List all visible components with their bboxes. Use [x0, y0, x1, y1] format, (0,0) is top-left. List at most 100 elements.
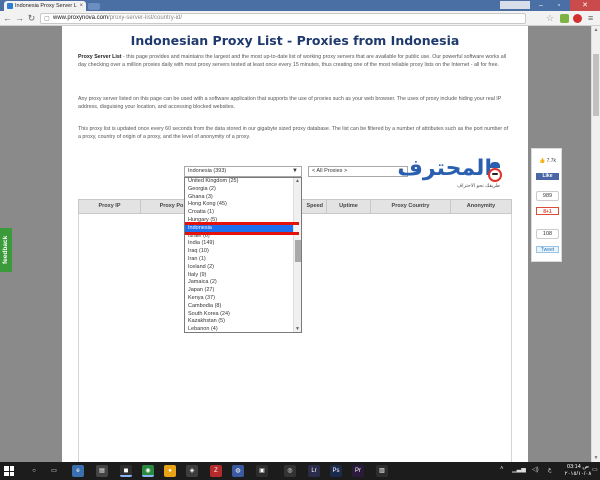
app-icon[interactable]: ◎ [284, 465, 296, 477]
scroll-up-icon[interactable]: ▲ [294, 178, 301, 184]
anonymity-select-value: < All Proxies > [312, 168, 348, 174]
file-explorer-icon[interactable]: ▤ [96, 465, 108, 477]
col-proxy-country[interactable]: Proxy Country [371, 200, 451, 213]
tweet-button[interactable]: Tweet [536, 246, 559, 253]
dropdown-option[interactable]: Italy (9) [185, 272, 293, 280]
new-tab-button[interactable] [88, 3, 100, 10]
browser-tab[interactable]: Indonesia Proxy Server Li × [4, 1, 86, 11]
dropdown-option[interactable]: Lebanon (4) [185, 326, 293, 332]
app-icon[interactable]: ▨ [376, 465, 388, 477]
task-view-icon[interactable]: ▭ [48, 465, 60, 477]
dropdown-option[interactable]: Iraq (10) [185, 248, 293, 256]
fb-like-count: 👍 7.7k [538, 158, 557, 164]
browser-toolbar: ← → ↻ ▢ www.proxynova.com/proxy-server-l… [0, 11, 600, 26]
page-scroll-thumb[interactable] [593, 54, 599, 116]
app-icon[interactable]: ◍ [232, 465, 244, 477]
dropdown-option[interactable]: Croatia (1) [185, 209, 293, 217]
gplus-count: 989 [536, 191, 559, 201]
page-viewport: Indonesian Proxy List - Proxies from Ind… [0, 26, 591, 462]
maximize-icon[interactable]: ▫ [550, 0, 568, 11]
dropdown-option[interactable]: South Korea (24) [185, 311, 293, 319]
anonymity-select[interactable]: < All Proxies > ▼ [308, 166, 408, 177]
feedback-tab[interactable]: feedback [0, 228, 12, 272]
logo-face-icon [488, 168, 502, 182]
chevron-down-icon: ▼ [292, 168, 298, 174]
clock-date: ٢٠١٥/١٠/٠٨ [564, 470, 592, 477]
app-icon[interactable]: ● [164, 465, 176, 477]
dropdown-option[interactable]: Georgia (2) [185, 186, 293, 194]
profile-chip[interactable] [500, 1, 530, 9]
extension-icon[interactable] [560, 14, 569, 23]
browser-tabbar: Indonesia Proxy Server Li × – ▫ ✕ [0, 0, 600, 11]
notifications-icon[interactable]: ▭ [592, 466, 598, 473]
dropdown-option[interactable]: United Kingdom (25) [185, 178, 293, 186]
tab-close-icon[interactable]: × [79, 3, 83, 9]
reload-icon[interactable]: ↻ [26, 13, 37, 24]
windows-start-icon[interactable] [4, 466, 14, 476]
country-select-value: Indonesia (393) [188, 168, 227, 174]
back-icon[interactable]: ← [2, 13, 13, 24]
country-dropdown-list[interactable]: United Kingdom (25) Georgia (2) Ghana (3) H… [184, 177, 302, 333]
bookmark-star-icon[interactable]: ☆ [546, 13, 554, 24]
scroll-down-icon[interactable]: ▼ [592, 454, 600, 462]
filezilla-icon[interactable]: Z [210, 465, 222, 477]
language-icon[interactable]: ع [548, 466, 552, 473]
dropdown-option[interactable]: Jamaica (2) [185, 279, 293, 287]
search-icon[interactable]: ○ [28, 465, 40, 477]
dropdown-scroll-thumb[interactable] [295, 240, 301, 262]
intro-bold: Proxy Server List [78, 54, 122, 60]
intro-paragraph: Proxy Server List - this page provides a… [78, 54, 512, 70]
dropdown-option[interactable]: Japan (27) [185, 287, 293, 295]
watermark-logo: المحترف طريقك نحو الاحتراف [397, 154, 506, 194]
page-info-icon[interactable]: ▢ [44, 15, 50, 24]
volume-icon[interactable]: ◁) [532, 466, 539, 473]
dropdown-option[interactable]: Ghana (3) [185, 194, 293, 202]
page-content: Indonesian Proxy List - Proxies from Ind… [62, 26, 528, 462]
app-icon[interactable]: Lr [308, 465, 320, 477]
app-icon[interactable]: ◼ [120, 465, 132, 477]
network-icon[interactable]: ▁▃▅ [512, 466, 526, 473]
col-proxy-ip[interactable]: Proxy IP [79, 200, 141, 213]
app-icon[interactable]: ◈ [186, 465, 198, 477]
dropdown-scrollbar[interactable]: ▲ ▼ [293, 178, 301, 332]
favicon-icon [7, 3, 13, 9]
fb-like-button[interactable]: Like [536, 173, 559, 180]
dropdown-option[interactable]: Kenya (37) [185, 295, 293, 303]
chrome-icon[interactable]: ◉ [142, 465, 154, 477]
tab-title: Indonesia Proxy Server Li [15, 3, 78, 9]
intro-text: - this page provides and maintains the l… [78, 54, 507, 68]
address-bar[interactable]: ▢ www.proxynova.com/proxy-server-list/co… [40, 13, 526, 24]
forward-icon[interactable]: → [14, 13, 25, 24]
photoshop-icon[interactable]: Ps [330, 465, 342, 477]
dropdown-option[interactable]: Hong Kong (45) [185, 201, 293, 209]
minimize-icon[interactable]: – [532, 0, 550, 11]
scroll-up-icon[interactable]: ▲ [592, 26, 600, 34]
country-select[interactable]: Indonesia (393) ▼ [184, 166, 302, 177]
close-window-icon[interactable]: ✕ [570, 0, 600, 11]
tray-chevron-icon[interactable]: ˄ [500, 466, 504, 472]
gplus-button[interactable]: 8+1 [536, 207, 559, 215]
highlight-underline-top [185, 222, 299, 225]
app-icon[interactable]: ▣ [256, 465, 268, 477]
page-scrollbar[interactable]: ▲ ▼ [591, 26, 600, 462]
dropdown-option[interactable]: India (149) [185, 240, 293, 248]
col-uptime[interactable]: Uptime [327, 200, 371, 213]
edge-icon[interactable]: e [72, 465, 84, 477]
watermark-word: المحترف [397, 156, 492, 181]
dropdown-option[interactable]: Iran (1) [185, 256, 293, 264]
dropdown-option[interactable]: Cambodia (8) [185, 303, 293, 311]
system-clock[interactable]: 03:14 ص ٢٠١٥/١٠/٠٨ [563, 464, 593, 477]
dropdown-option[interactable]: Iceland (2) [185, 264, 293, 272]
watermark-tagline: طريقك نحو الاحتراف [456, 183, 500, 189]
scroll-down-icon[interactable]: ▼ [294, 326, 301, 332]
taskbar: ○ ▭ e ▤ ◼ ◉ ● ◈ Z ◍ ▣ ◎ Lr Ps Pr ▨ ˄ ▁▃▅… [0, 462, 600, 480]
usage-paragraph: Any proxy server listed on this page can… [78, 96, 502, 110]
dropdown-option[interactable]: Kazakhstan (5) [185, 318, 293, 326]
col-anonymity[interactable]: Anonymity [451, 200, 511, 213]
premiere-icon[interactable]: Pr [352, 465, 364, 477]
menu-icon[interactable]: ≡ [588, 13, 593, 23]
extension-badge-icon[interactable] [573, 14, 582, 23]
highlight-underline-bottom [185, 232, 299, 235]
page-title: Indonesian Proxy List - Proxies from Ind… [130, 33, 460, 48]
dropdown-options: United Kingdom (25) Georgia (2) Ghana (3) H… [185, 178, 293, 332]
